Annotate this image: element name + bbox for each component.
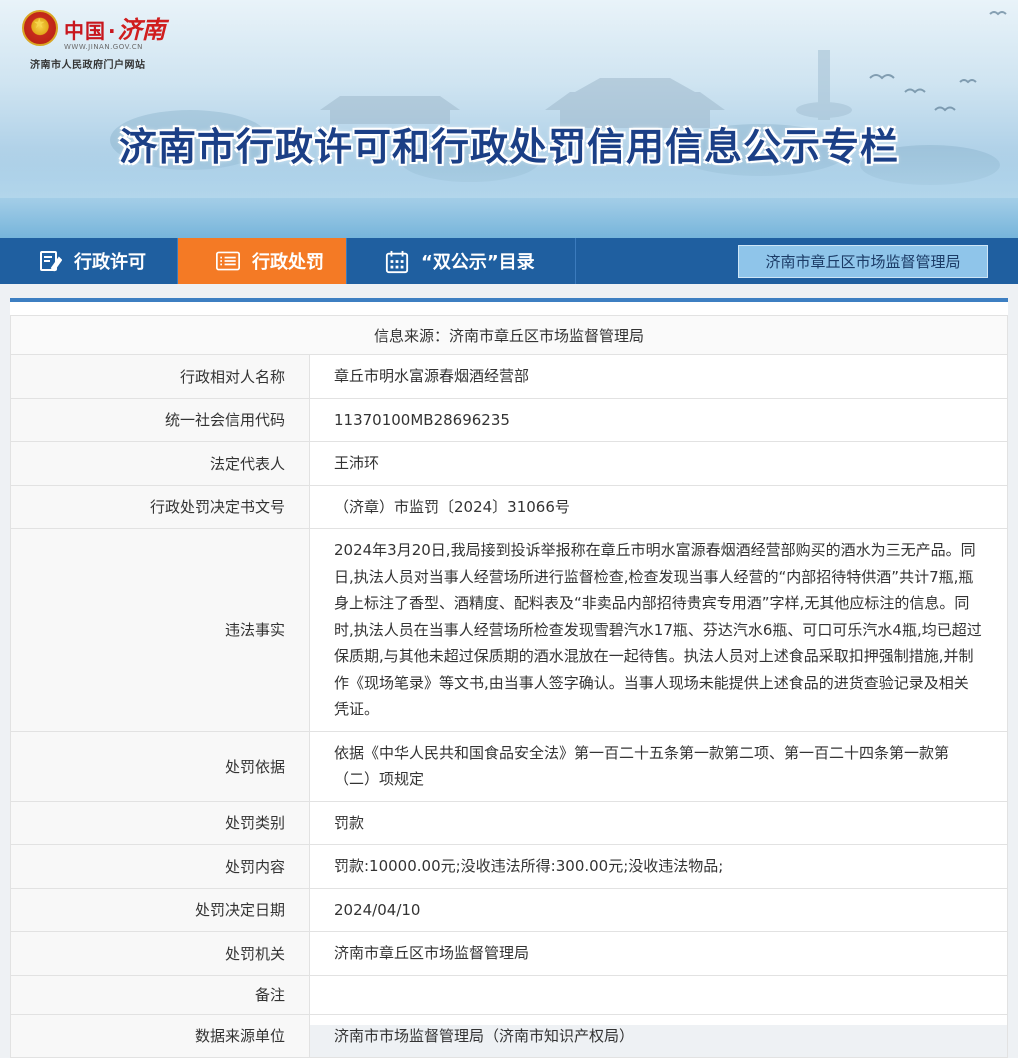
field-value [309,974,1008,1015]
list-icon [216,249,240,273]
field-value: 济南市市场监督管理局（济南市知识产权局） [309,1013,1008,1058]
field-label: 行政相对人名称 [10,354,310,399]
field-label: 行政处罚决定书文号 [10,484,310,529]
header-banner: 中国 · 济南 WWW.JINAN.GOV.CN 济南市人民政府门户网站 济南市… [0,0,1018,238]
table-row: 数据来源单位 济南市市场监督管理局（济南市知识产权局） [10,1013,1008,1058]
table-row: 行政处罚决定书文号 （济章）市监罚〔2024〕31066号 [10,484,1008,529]
main-nav: 行政许可 行政处罚 “双公示”目录 济南市章丘区市场监督管理局 [0,238,1018,284]
field-label: 处罚决定日期 [10,887,310,932]
info-source: 信息来源：济南市章丘区市场监督管理局 [10,315,1008,355]
table-row: 统一社会信用代码 11370100MB28696235 [10,397,1008,442]
field-value: 罚款:10000.00元;没收违法所得:300.00元;没收违法物品; [309,844,1008,889]
national-emblem-icon [22,10,58,46]
table-row: 违法事实 2024年3月20日,我局接到投诉举报称在章丘市明水富源春烟酒经营部购… [10,528,1008,732]
tab-administrative-license[interactable]: 行政许可 [0,238,178,284]
field-label: 统一社会信用代码 [10,397,310,442]
table-row: 备注 [10,974,1008,1015]
field-value: 罚款 [309,800,1008,845]
tab-administrative-penalty[interactable]: 行政处罚 [178,238,347,284]
table-row: 行政相对人名称 章丘市明水富源春烟酒经营部 [10,354,1008,399]
field-label: 处罚内容 [10,844,310,889]
table-row: 处罚依据 依据《中华人民共和国食品安全法》第一百二十五条第一款第二项、第一百二十… [10,730,1008,802]
table-row: 处罚机关 济南市章丘区市场监督管理局 [10,931,1008,976]
field-value: 章丘市明水富源春烟酒经营部 [309,354,1008,399]
field-label: 备注 [10,974,310,1015]
logo-city-text: 济南 [117,15,166,44]
field-label: 处罚类别 [10,800,310,845]
penalty-record-table: 信息来源：济南市章丘区市场监督管理局 行政相对人名称 章丘市明水富源春烟酒经营部… [10,315,1008,1058]
edit-document-icon [38,249,62,273]
department-badge[interactable]: 济南市章丘区市场监督管理局 [738,245,988,278]
tab-label: 行政处罚 [252,252,324,273]
tab-dual-publicity-catalog[interactable]: “双公示”目录 [347,238,576,284]
tab-label: 行政许可 [74,252,146,273]
field-label: 处罚依据 [10,730,310,802]
table-row: 处罚内容 罚款:10000.00元;没收违法所得:300.00元;没收违法物品; [10,844,1008,889]
field-value: 2024年3月20日,我局接到投诉举报称在章丘市明水富源春烟酒经营部购买的酒水为… [309,528,1008,732]
field-value: 王沛环 [309,441,1008,486]
field-value: 11370100MB28696235 [309,397,1008,442]
logo-subtitle: 济南市人民政府门户网站 [30,60,146,71]
field-value: 2024/04/10 [309,887,1008,932]
table-row: 法定代表人 王沛环 [10,441,1008,486]
table-row: 处罚决定日期 2024/04/10 [10,887,1008,932]
field-value: 济南市章丘区市场监督管理局 [309,931,1008,976]
field-label: 处罚机关 [10,931,310,976]
logo-china-text: 中国 [64,19,106,43]
table-row: 处罚类别 罚款 [10,800,1008,845]
calendar-icon [385,249,409,274]
logo-dot: · [108,19,116,43]
banner-title: 济南市行政许可和行政处罚信用信息公示专栏 [118,125,899,169]
field-label: 数据来源单位 [10,1013,310,1058]
field-value: （济章）市监罚〔2024〕31066号 [309,484,1008,529]
record-panel: 信息来源：济南市章丘区市场监督管理局 行政相对人名称 章丘市明水富源春烟酒经营部… [10,298,1008,1058]
tab-label: “双公示”目录 [421,252,535,273]
field-label: 法定代表人 [10,441,310,486]
site-logo[interactable]: 中国 · 济南 WWW.JINAN.GOV.CN 济南市人民政府门户网站 [22,10,166,71]
field-label: 违法事实 [10,528,310,732]
field-value: 依据《中华人民共和国食品安全法》第一百二十五条第一款第二项、第一百二十四条第一款… [309,730,1008,802]
